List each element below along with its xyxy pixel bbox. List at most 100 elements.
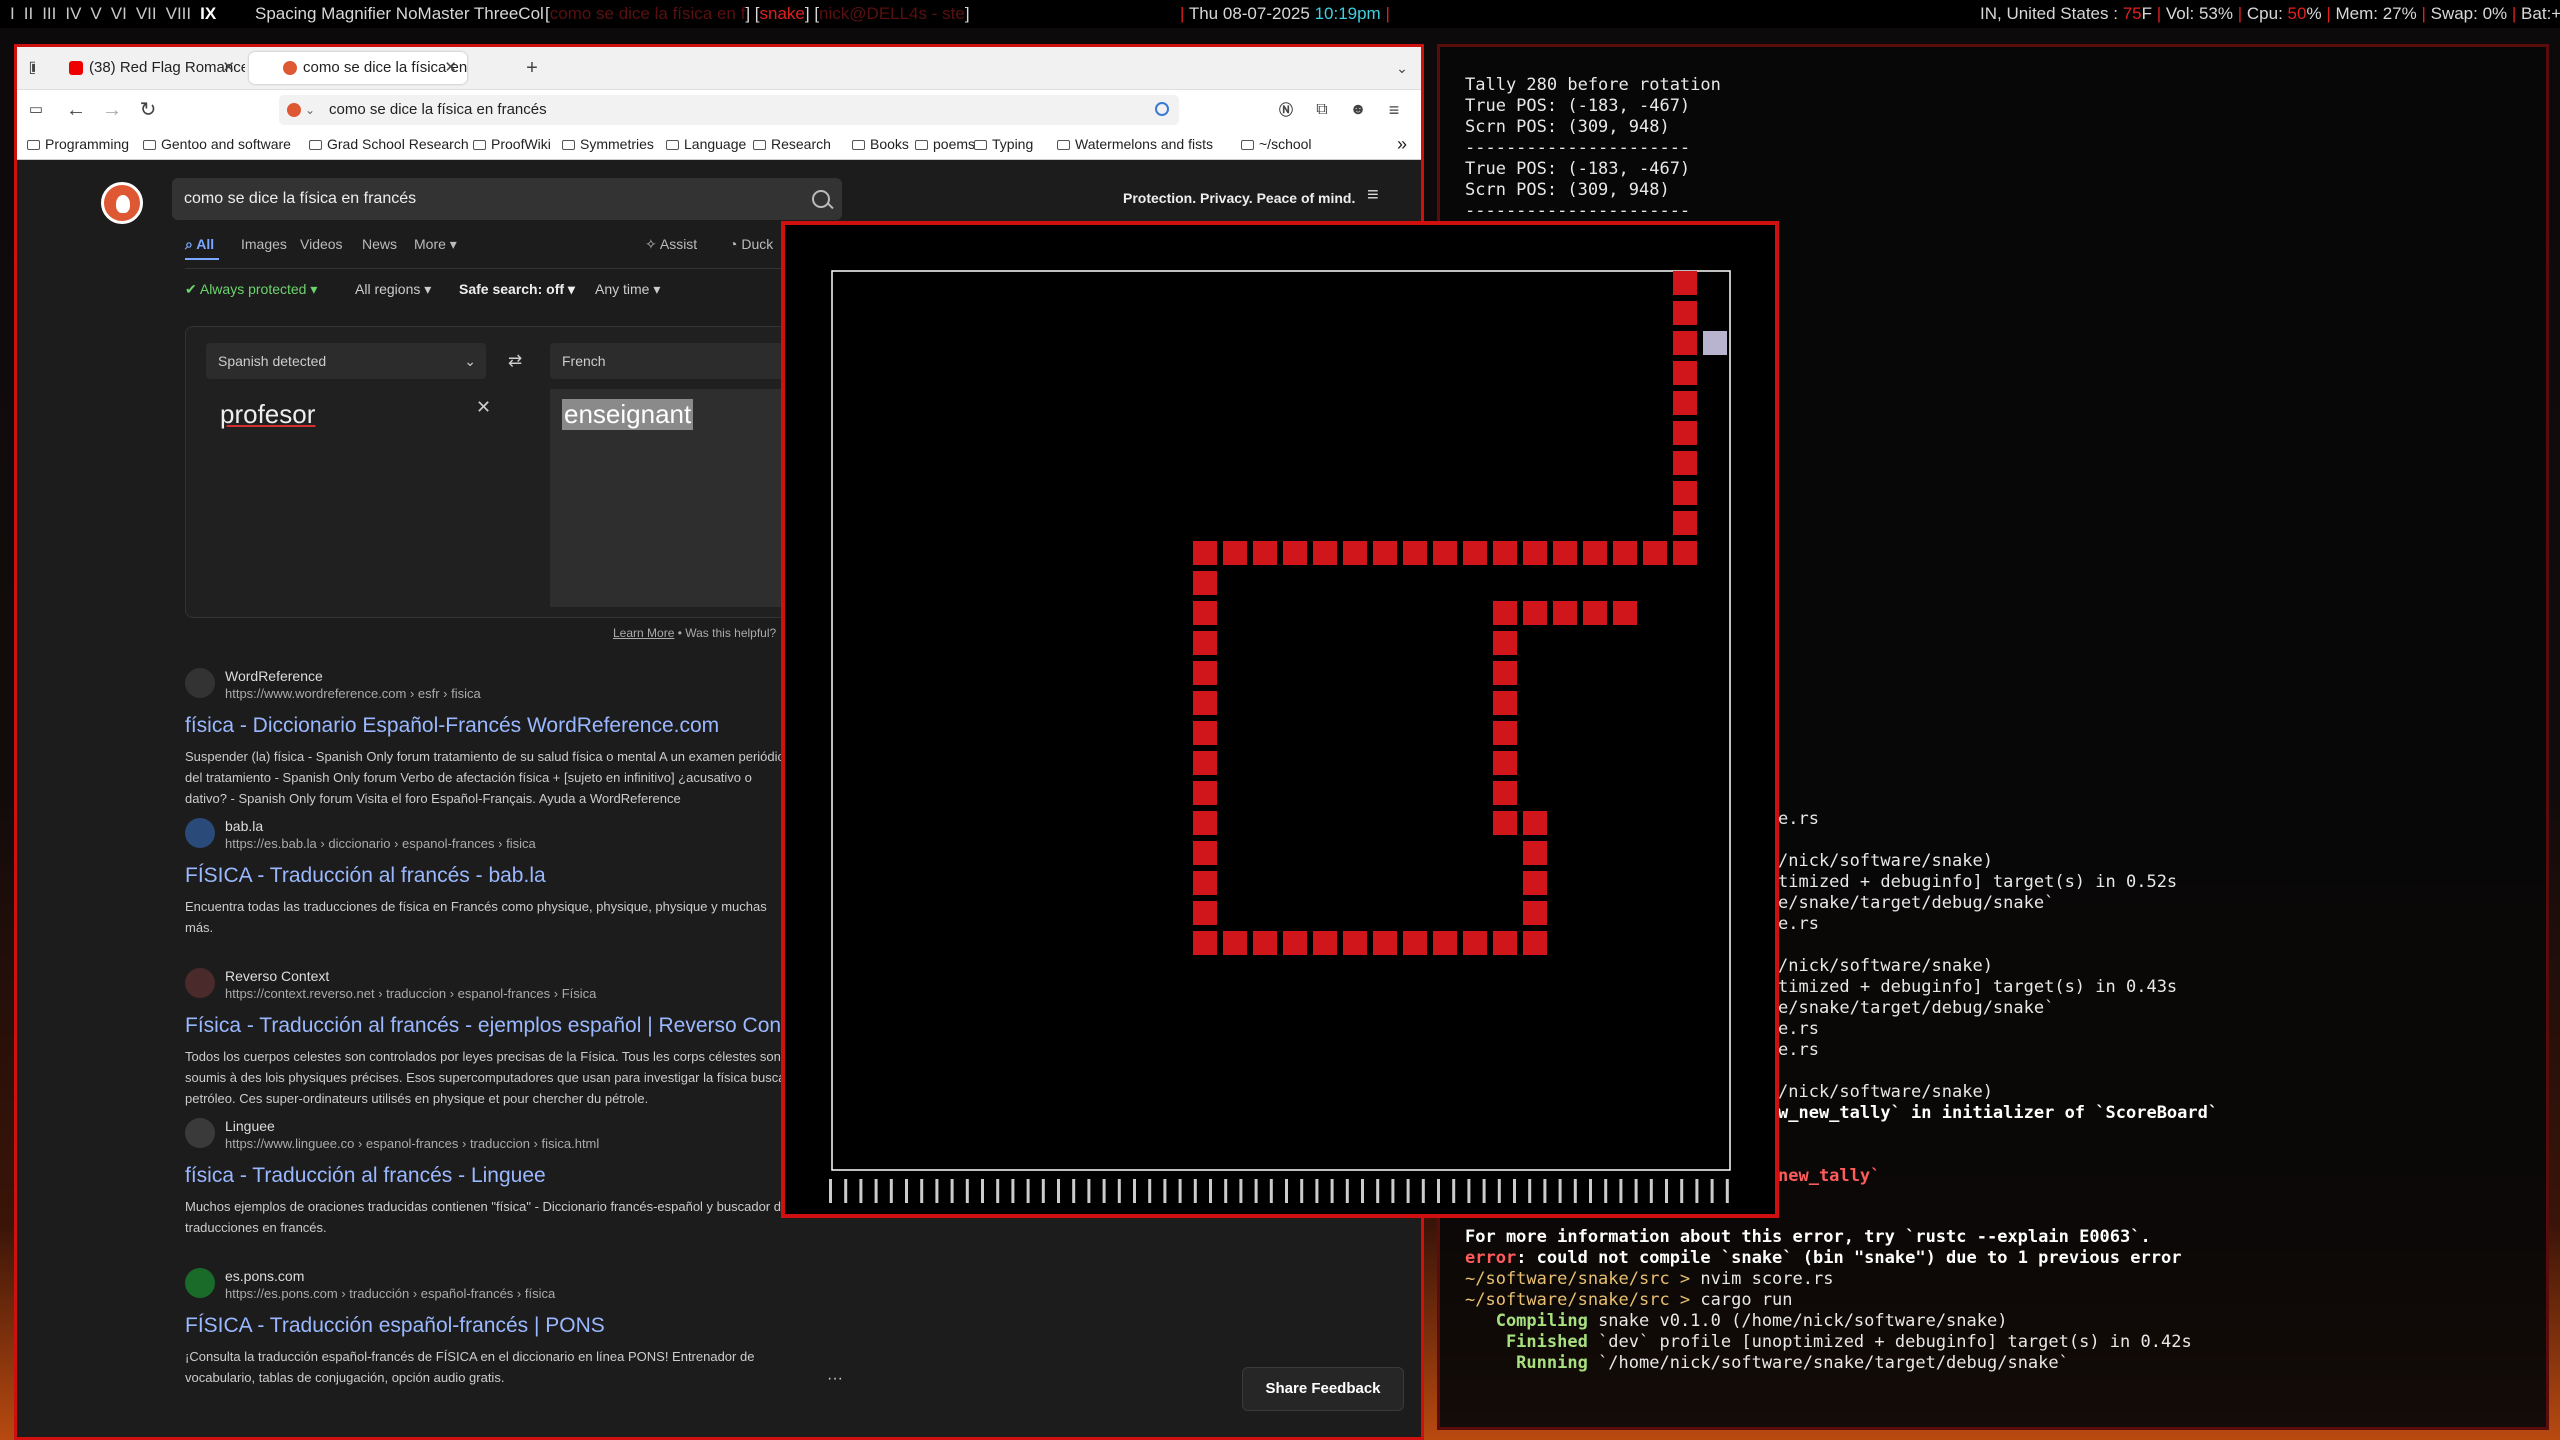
translate-icon[interactable]: [1155, 102, 1169, 116]
new-tab-button[interactable]: +: [517, 53, 547, 83]
folder-icon: [473, 140, 486, 150]
region-filter[interactable]: All regions ▾: [355, 281, 431, 298]
source-text[interactable]: profesor: [220, 399, 315, 430]
terminal-line: e.rs: [1778, 914, 1819, 934]
workspace-9[interactable]: IX: [200, 0, 216, 28]
workspace-6[interactable]: VI: [111, 0, 127, 28]
bookmark-label: Gentoo and software: [161, 136, 291, 152]
time-filter[interactable]: Any time ▾: [595, 281, 660, 298]
date: Thu 08-07-2025: [1188, 4, 1310, 23]
menu-icon[interactable]: ≡: [1379, 95, 1409, 125]
workspace-2[interactable]: II: [24, 0, 33, 28]
swap-icon[interactable]: ⇄: [508, 351, 522, 371]
bookmarks-overflow-icon[interactable]: »: [1397, 129, 1407, 159]
notion-icon[interactable]: Ⓝ: [1271, 95, 1301, 125]
workspace-7[interactable]: VII: [136, 0, 157, 28]
duck-ai-button[interactable]: ◔ Duck: [729, 236, 773, 252]
tab-news[interactable]: News: [362, 236, 397, 252]
score-tick: [950, 1179, 954, 1203]
profile-icon[interactable]: ☻: [1343, 95, 1373, 125]
address-bar[interactable]: ⌄ como se dice la física en francés: [279, 95, 1179, 125]
terminal-line: True POS: (-183, -467): [1465, 159, 1691, 179]
forward-button[interactable]: →: [97, 95, 127, 125]
tab-more[interactable]: More ▾: [414, 236, 457, 253]
bookmark-item[interactable]: ~/school: [1241, 129, 1312, 159]
layout-list[interactable]: Spacing Magnifier NoMaster ThreeCol: [255, 0, 544, 28]
snake-segment: [1553, 541, 1577, 565]
learn-more-link[interactable]: Learn More: [613, 626, 674, 640]
more-options-icon[interactable]: ···: [827, 1370, 843, 1388]
bookmark-item[interactable]: Grad School Research: [309, 129, 469, 159]
duckduckgo-logo[interactable]: [101, 182, 143, 224]
chevron-down-icon[interactable]: ⌄: [305, 95, 315, 125]
window-title-snake[interactable]: snake: [760, 4, 805, 23]
window-title-terminal[interactable]: nick@DELL4s - ste: [819, 4, 965, 23]
helpful-prompt[interactable]: • Was this helpful?: [678, 626, 776, 640]
site-favicon-icon: [185, 668, 215, 698]
clear-icon[interactable]: ✕: [476, 397, 491, 418]
result-url[interactable]: https://es.pons.com › traducción › españ…: [225, 1286, 555, 1301]
result-title-link[interactable]: FÍSICA - Traducción español-francés | PO…: [185, 1314, 605, 1338]
memory: Mem: 27%: [2335, 4, 2417, 23]
bookmark-item[interactable]: Language: [666, 129, 746, 159]
tab-images[interactable]: Images: [241, 236, 287, 252]
tab-videos[interactable]: Videos: [300, 236, 343, 252]
tab-youtube[interactable]: (38) Red Flag Romance: 90 ✕: [35, 52, 245, 84]
result-title-link[interactable]: FÍSICA - Traducción al francés - bab.la: [185, 864, 546, 888]
bookmark-item[interactable]: Books: [852, 129, 909, 159]
time: 10:19pm: [1314, 4, 1381, 23]
safe-search-filter[interactable]: Safe search: off ▾: [459, 281, 575, 298]
bookmark-item[interactable]: ProofWiki: [473, 129, 551, 159]
bookmark-item[interactable]: Research: [753, 129, 831, 159]
search-input[interactable]: como se dice la física en francés: [172, 178, 842, 220]
close-icon[interactable]: ✕: [222, 52, 235, 84]
snake-game-window[interactable]: [781, 221, 1779, 1218]
tab-duckduckgo[interactable]: como se dice la física en fra ✕: [249, 52, 467, 84]
result-site: Reverso Context: [225, 968, 330, 984]
extensions-icon[interactable]: ⧉: [1307, 95, 1337, 125]
target-text[interactable]: enseignant: [562, 399, 694, 430]
game-canvas[interactable]: [785, 225, 1775, 1214]
share-feedback-button[interactable]: Share Feedback: [1242, 1367, 1404, 1411]
workspace-3[interactable]: III: [42, 0, 56, 28]
workspace-5[interactable]: V: [90, 0, 101, 28]
source-language-select[interactable]: Spanish detected ⌄: [206, 343, 486, 379]
snake-segment: [1673, 451, 1697, 475]
window-list[interactable]: [como se dice la física en f] [snake] [n…: [545, 0, 970, 28]
workspace-1[interactable]: I: [10, 0, 15, 28]
assist-button[interactable]: ✧ Assist: [645, 236, 697, 253]
reload-button[interactable]: ↻: [133, 95, 163, 125]
snake-segment: [1283, 541, 1307, 565]
workspace-8[interactable]: VIII: [166, 0, 192, 28]
result-url[interactable]: https://www.wordreference.com › esfr › f…: [225, 686, 481, 701]
result-title-link[interactable]: Física - Traducción al francés - ejemplo…: [185, 1014, 815, 1038]
bookmark-item[interactable]: poems: [915, 129, 975, 159]
tab-all[interactable]: ⌕ All: [185, 236, 214, 253]
workspace-4[interactable]: IV: [65, 0, 81, 28]
result-url[interactable]: https://es.bab.la › diccionario › espano…: [225, 836, 536, 851]
result-title-link[interactable]: física - Diccionario Español-Francés Wor…: [185, 714, 719, 738]
terminal-line: timized + debuginfo] target(s) in 0.43s: [1778, 977, 2178, 997]
back-button[interactable]: ←: [61, 95, 91, 125]
close-icon[interactable]: ✕: [444, 52, 457, 84]
result-url[interactable]: https://context.reverso.net › traduccion…: [225, 986, 596, 1001]
score-tick: [1421, 1179, 1425, 1203]
sidebar-icon[interactable]: ▭: [21, 95, 51, 125]
score-tick: [859, 1179, 863, 1203]
folder-icon: [915, 140, 928, 150]
bookmark-item[interactable]: Watermelons and fists: [1057, 129, 1213, 159]
window-title-browser[interactable]: como se dice la física en f: [550, 4, 746, 23]
search-icon[interactable]: [812, 190, 830, 208]
result-title-link[interactable]: física - Traducción al francés - Linguee: [185, 1164, 546, 1188]
score-tick: [1695, 1179, 1699, 1203]
result-url[interactable]: https://www.linguee.co › espanol-frances…: [225, 1136, 599, 1151]
menu-icon[interactable]: ≡: [1367, 184, 1379, 207]
snake-segment: [1193, 841, 1217, 865]
bookmark-item[interactable]: Programming: [27, 129, 129, 159]
protection-toggle[interactable]: ✔ Always protected ▾: [185, 281, 317, 298]
score-tick: [1148, 1179, 1152, 1203]
chevron-down-icon[interactable]: ⌄: [1387, 53, 1417, 83]
bookmark-item[interactable]: Typing: [974, 129, 1033, 159]
bookmark-item[interactable]: Symmetries: [562, 129, 654, 159]
bookmark-item[interactable]: Gentoo and software: [143, 129, 291, 159]
